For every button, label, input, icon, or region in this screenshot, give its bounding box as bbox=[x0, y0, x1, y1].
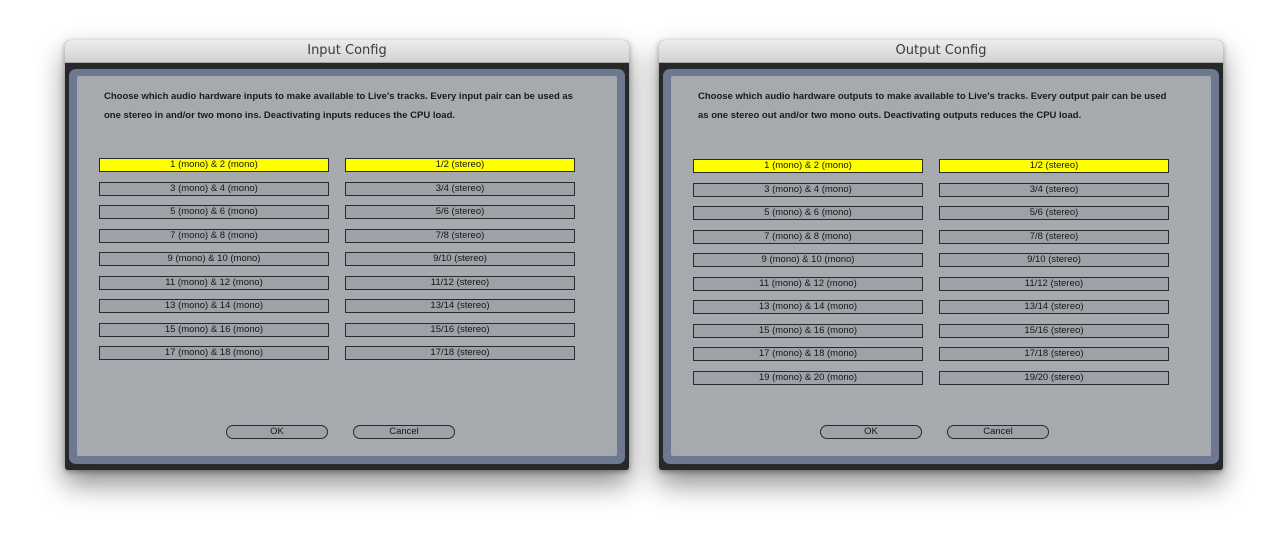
ok-button[interactable]: OK bbox=[820, 425, 922, 439]
input-config-panel: Choose which audio hardware inputs to ma… bbox=[77, 76, 617, 456]
output-stereo-pair-toggle[interactable]: 13/14 (stereo) bbox=[939, 300, 1169, 314]
input-mono-pair-toggle[interactable]: 1 (mono) & 2 (mono) bbox=[99, 158, 329, 172]
output-mono-pair-toggle[interactable]: 5 (mono) & 6 (mono) bbox=[693, 206, 923, 220]
output-stereo-pair-toggle[interactable]: 15/16 (stereo) bbox=[939, 324, 1169, 338]
cancel-button[interactable]: Cancel bbox=[947, 425, 1049, 439]
output-stereo-pair-toggle[interactable]: 17/18 (stereo) bbox=[939, 347, 1169, 361]
output-mono-pair-toggle[interactable]: 15 (mono) & 16 (mono) bbox=[693, 324, 923, 338]
input-mono-pair-toggle[interactable]: 3 (mono) & 4 (mono) bbox=[99, 182, 329, 196]
output-mono-pair-toggle[interactable]: 11 (mono) & 12 (mono) bbox=[693, 277, 923, 291]
output-stereo-pair-toggle[interactable]: 19/20 (stereo) bbox=[939, 371, 1169, 385]
cancel-button[interactable]: Cancel bbox=[353, 425, 455, 439]
input-config-description: Choose which audio hardware inputs to ma… bbox=[104, 91, 573, 121]
input-stereo-pair-toggle[interactable]: 17/18 (stereo) bbox=[345, 346, 575, 360]
ok-button[interactable]: OK bbox=[226, 425, 328, 439]
input-mono-pair-toggle[interactable]: 15 (mono) & 16 (mono) bbox=[99, 323, 329, 337]
input-mono-pair-toggle[interactable]: 11 (mono) & 12 (mono) bbox=[99, 276, 329, 290]
input-stereo-pair-toggle[interactable]: 15/16 (stereo) bbox=[345, 323, 575, 337]
output-mono-pair-toggle[interactable]: 19 (mono) & 20 (mono) bbox=[693, 371, 923, 385]
output-mono-pair-toggle[interactable]: 1 (mono) & 2 (mono) bbox=[693, 159, 923, 173]
input-stereo-pair-toggle[interactable]: 13/14 (stereo) bbox=[345, 299, 575, 313]
input-config-frame: Choose which audio hardware inputs to ma… bbox=[69, 69, 625, 464]
input-stereo-pair-toggle[interactable]: 7/8 (stereo) bbox=[345, 229, 575, 243]
output-config-description: Choose which audio hardware outputs to m… bbox=[698, 91, 1167, 121]
output-mono-pair-toggle[interactable]: 9 (mono) & 10 (mono) bbox=[693, 253, 923, 267]
input-stereo-pair-toggle[interactable]: 1/2 (stereo) bbox=[345, 158, 575, 172]
input-stereo-pair-toggle[interactable]: 11/12 (stereo) bbox=[345, 276, 575, 290]
output-config-frame: Choose which audio hardware outputs to m… bbox=[663, 69, 1219, 464]
output-mono-pair-toggle[interactable]: 17 (mono) & 18 (mono) bbox=[693, 347, 923, 361]
output-stereo-pair-toggle[interactable]: 9/10 (stereo) bbox=[939, 253, 1169, 267]
output-mono-pair-toggle[interactable]: 7 (mono) & 8 (mono) bbox=[693, 230, 923, 244]
output-stereo-pair-toggle[interactable]: 3/4 (stereo) bbox=[939, 183, 1169, 197]
input-stereo-pair-toggle[interactable]: 3/4 (stereo) bbox=[345, 182, 575, 196]
output-config-title: Output Config bbox=[659, 40, 1223, 63]
input-mono-pair-toggle[interactable]: 9 (mono) & 10 (mono) bbox=[99, 252, 329, 266]
input-stereo-pair-toggle[interactable]: 5/6 (stereo) bbox=[345, 205, 575, 219]
input-mono-pair-toggle[interactable]: 7 (mono) & 8 (mono) bbox=[99, 229, 329, 243]
input-mono-pair-toggle[interactable]: 17 (mono) & 18 (mono) bbox=[99, 346, 329, 360]
input-mono-pair-toggle[interactable]: 5 (mono) & 6 (mono) bbox=[99, 205, 329, 219]
output-stereo-pair-toggle[interactable]: 7/8 (stereo) bbox=[939, 230, 1169, 244]
output-stereo-pair-toggle[interactable]: 1/2 (stereo) bbox=[939, 159, 1169, 173]
input-config-title: Input Config bbox=[65, 40, 629, 63]
input-mono-pair-toggle[interactable]: 13 (mono) & 14 (mono) bbox=[99, 299, 329, 313]
output-stereo-pair-toggle[interactable]: 11/12 (stereo) bbox=[939, 277, 1169, 291]
output-config-panel: Choose which audio hardware outputs to m… bbox=[671, 76, 1211, 456]
input-config-window: Input Config Choose which audio hardware… bbox=[65, 40, 629, 470]
output-config-window: Output Config Choose which audio hardwar… bbox=[659, 40, 1223, 470]
output-stereo-pair-toggle[interactable]: 5/6 (stereo) bbox=[939, 206, 1169, 220]
input-stereo-pair-toggle[interactable]: 9/10 (stereo) bbox=[345, 252, 575, 266]
output-mono-pair-toggle[interactable]: 13 (mono) & 14 (mono) bbox=[693, 300, 923, 314]
output-mono-pair-toggle[interactable]: 3 (mono) & 4 (mono) bbox=[693, 183, 923, 197]
